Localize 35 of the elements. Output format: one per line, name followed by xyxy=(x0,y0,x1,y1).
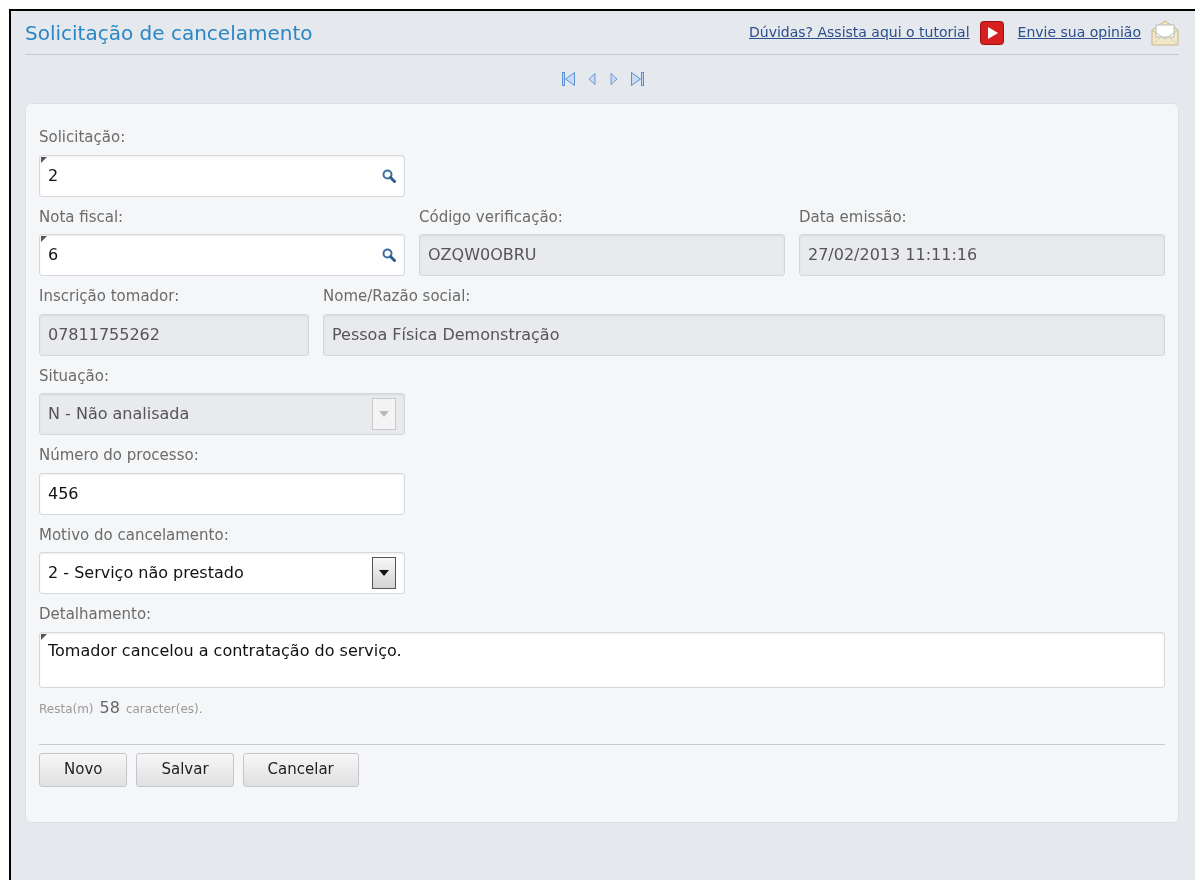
field-label: Nota fiscal: xyxy=(39,206,125,228)
counter-text: caracter(es). xyxy=(125,700,203,718)
play-icon[interactable] xyxy=(979,20,1004,45)
envelope-icon[interactable] xyxy=(1151,19,1179,46)
required-marker xyxy=(41,156,47,163)
field-label: Nome/Razão social: xyxy=(323,286,472,307)
field-label: Situação: xyxy=(39,365,110,387)
field-label: Inscrição tomador: xyxy=(39,286,181,307)
field-label: Código verificação: xyxy=(419,206,564,228)
input-field[interactable]: 456 xyxy=(39,472,405,515)
form-button[interactable]: Novo xyxy=(39,752,128,787)
field-label: Solicitação: xyxy=(39,127,127,148)
counter-text: Resta(m) xyxy=(39,700,94,718)
form-button[interactable]: Salvar xyxy=(136,752,234,787)
header-link[interactable]: Dúvidas? Assista aqui o tutorial xyxy=(749,22,970,43)
window-title: Solicitação de cancelamento xyxy=(25,19,313,47)
input-field[interactable]: 2 xyxy=(39,154,405,197)
input-field[interactable]: 6 xyxy=(39,234,405,276)
field-label: Número do processo: xyxy=(39,445,200,466)
required-marker xyxy=(41,236,47,242)
remaining-count: 58 xyxy=(99,696,120,719)
form-button[interactable]: Cancelar xyxy=(242,752,359,787)
field-label: Data emissão: xyxy=(799,206,908,228)
first-page-icon[interactable] xyxy=(561,70,576,88)
field-label: Detalhamento: xyxy=(39,604,153,625)
search-icon[interactable] xyxy=(382,168,396,183)
search-icon[interactable] xyxy=(382,248,396,262)
previous-icon[interactable] xyxy=(586,70,598,88)
required-marker xyxy=(41,633,47,640)
header-link[interactable]: Envie sua opinião xyxy=(1017,22,1141,43)
dropdown[interactable]: 2 - Serviço não prestado xyxy=(39,552,405,594)
text-area[interactable]: Tomador cancelou a contratação do serviço. xyxy=(39,631,1165,688)
last-page-icon[interactable] xyxy=(630,70,645,88)
next-icon[interactable] xyxy=(608,70,620,88)
field-label: Motivo do cancelamento: xyxy=(39,524,230,546)
